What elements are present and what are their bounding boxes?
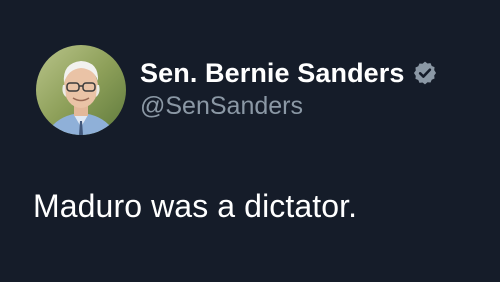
author-name-row: Sen. Bernie Sanders (140, 56, 438, 90)
verified-badge-icon (412, 60, 438, 86)
author-handle[interactable]: @SenSanders (140, 92, 303, 121)
avatar[interactable] (36, 45, 126, 135)
tweet-card: Sen. Bernie Sanders @SenSanders Maduro w… (0, 0, 500, 282)
author-display-name[interactable]: Sen. Bernie Sanders (140, 58, 405, 89)
tweet-text: Maduro was a dictator. (33, 188, 358, 224)
avatar-image (36, 45, 126, 135)
